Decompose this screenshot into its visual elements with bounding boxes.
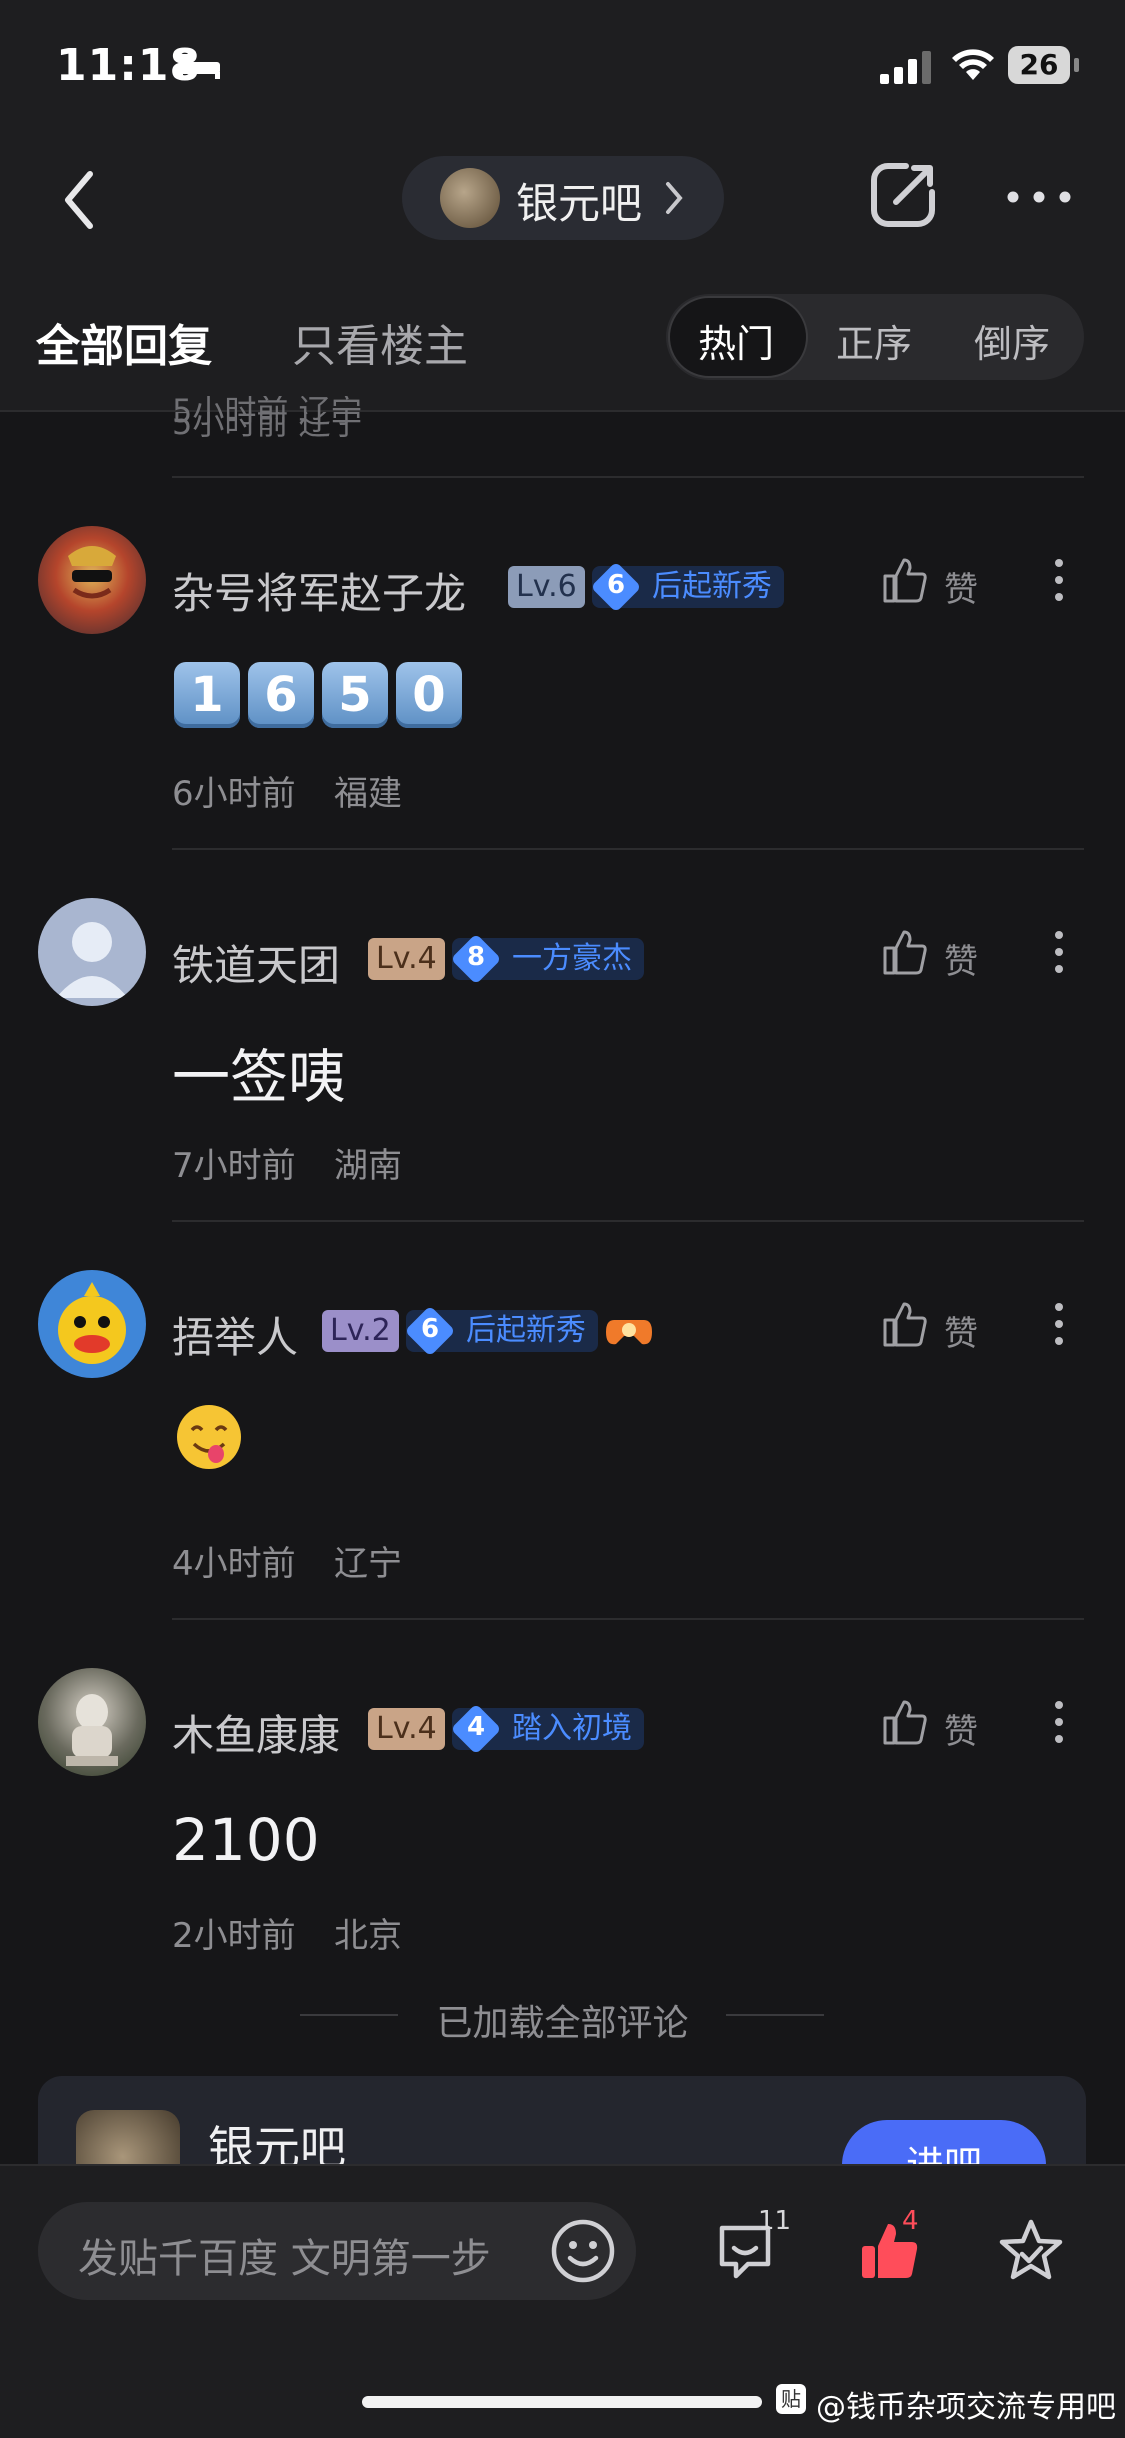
level-badge: Lv.2 [322,1310,399,1352]
share-icon[interactable] [868,160,938,230]
tab-all-replies[interactable]: 全部回复 [36,310,212,374]
badge-number: 6 [420,1314,440,1344]
sleep-mode-icon [178,54,220,79]
wifi-icon [952,49,994,80]
sort-ascending[interactable]: 正序 [836,313,912,368]
divider [172,848,1084,850]
comment-time: 4小时前 [172,1544,296,1584]
cartoon-avatar-icon [58,1282,126,1364]
username[interactable]: 捂举人 [172,1304,298,1365]
keycap-digit: 6 [248,662,314,728]
comment-content: 2100 [172,1806,320,1874]
comment-content: 一签咦 [172,1043,347,1111]
like-label[interactable]: 赞 [944,934,978,983]
comment-location: 福建 [334,774,402,814]
emoji-icon[interactable] [550,2218,616,2284]
tieba-logo-icon: 贴 [776,2384,806,2414]
comment-location: 辽宁 [334,1544,402,1584]
divider [172,1220,1084,1222]
comment-time: 2小时前 [172,1916,296,1956]
chevron-right-icon [666,182,683,214]
sort-hot[interactable]: 热门 [698,313,774,368]
like-label[interactable]: 赞 [944,1704,978,1753]
badge-title: 一方豪杰 [512,941,632,976]
avatar[interactable] [38,1270,146,1378]
keycap-digit: 1 [174,662,240,728]
statue-avatar-icon [66,1694,118,1766]
clipped-row: 5小时前 辽宁 [172,396,1084,426]
comment-more-icon[interactable] [1054,558,1064,602]
like-count: 4 [902,2206,919,2236]
thumbs-up-icon[interactable] [882,1300,928,1348]
comment-count: 11 [758,2206,792,2236]
back-arrow-icon[interactable] [60,168,100,232]
divider [172,476,1084,478]
thumbs-up-icon[interactable] [882,556,928,604]
all-comments-loaded: 已加载全部评论 [436,2003,689,2044]
reply-input-placeholder[interactable]: 发贴千百度 文明第一步 [78,2226,491,2284]
more-options-icon[interactable] [1006,190,1072,204]
comment-more-icon[interactable] [1054,1700,1064,1744]
level-badge: Lv.6 [508,566,585,608]
username[interactable]: 铁道天团 [172,932,340,993]
watermark-text: @钱币杂项交流专用吧 [816,2390,1116,2425]
badge-title: 后起新秀 [652,569,772,604]
divider-line-right [726,2014,824,2016]
username[interactable]: 木鱼康康 [172,1702,340,1763]
avatar[interactable] [38,526,146,634]
thumbs-up-icon[interactable] [882,1698,928,1746]
avatar-general-icon [68,546,116,599]
avatar[interactable] [38,1668,146,1776]
badge-number: 4 [466,1712,486,1742]
like-label[interactable]: 赞 [944,562,978,611]
badge-title: 后起新秀 [466,1313,586,1348]
comment-location: 北京 [334,1916,402,1956]
forum-avatar [440,168,500,228]
badge-number: 8 [466,942,486,972]
forum-name: 银元吧 [516,179,643,228]
yum-face-icon [177,1405,241,1469]
keycap-digit: 5 [322,662,388,728]
comment-location: 湖南 [334,1146,402,1186]
battery-indicator: 26 [1008,46,1070,84]
comment-time: 7小时前 [172,1146,296,1186]
keycap-digit: 0 [396,662,462,728]
cellular-signal-icon [880,51,931,84]
level-badge: Lv.4 [368,1708,445,1750]
previous-comment-meta-visible: 5小时前 辽宁 [172,396,363,426]
thumbs-up-icon[interactable] [882,928,928,976]
favorite-star-icon[interactable] [996,2216,1066,2286]
tab-only-op[interactable]: 只看楼主 [292,310,468,374]
default-avatar-icon [56,922,128,998]
gamepad-badge-icon [606,1320,652,1345]
level-badge: Lv.4 [368,938,445,980]
divider [172,1618,1084,1620]
badge-number: 6 [606,570,626,600]
avatar[interactable] [38,898,146,1006]
face-savoring-emoji [174,1402,244,1476]
badge-title: 踏入初境 [512,1711,632,1746]
battery-tip [1074,58,1079,72]
sort-descending[interactable]: 倒序 [974,313,1050,368]
username[interactable]: 杂号将军赵子龙 [172,560,466,621]
like-label[interactable]: 赞 [944,1306,978,1355]
comment-more-icon[interactable] [1054,930,1064,974]
comment-more-icon[interactable] [1054,1302,1064,1346]
home-indicator[interactable] [362,2396,762,2408]
comment-time: 6小时前 [172,774,296,814]
